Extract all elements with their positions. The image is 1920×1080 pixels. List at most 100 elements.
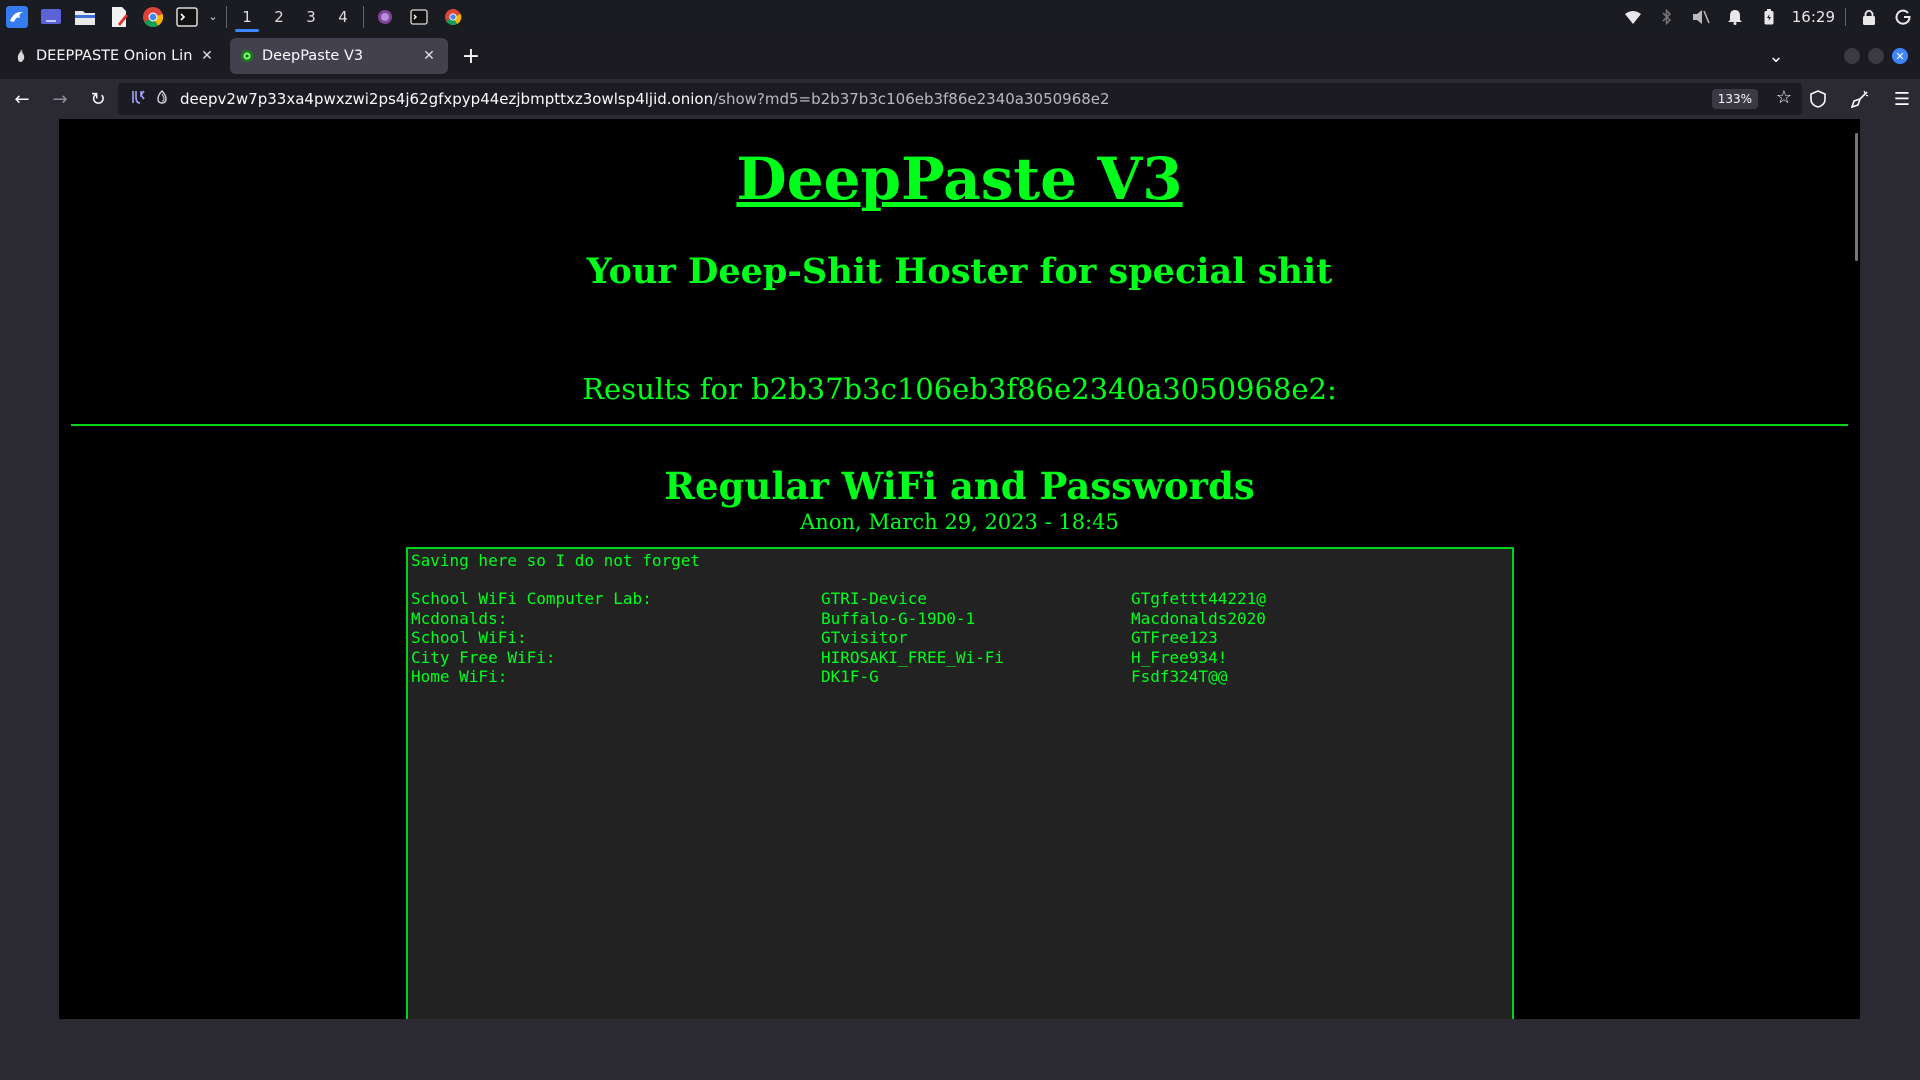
- site-title-link[interactable]: DeepPaste V3: [59, 145, 1860, 215]
- paste-row: School WiFi Computer Lab: GTRI-Device GTgf…: [411, 589, 1509, 608]
- wifi-ssid: Buffalo-G-19D0-1: [821, 608, 976, 628]
- workspace-4[interactable]: 4: [327, 0, 359, 33]
- wifi-location: School WiFi:: [411, 628, 527, 648]
- minimize-window-button[interactable]: [1844, 48, 1860, 64]
- forward-button[interactable]: →: [44, 83, 76, 115]
- bluetooth-icon[interactable]: [1650, 0, 1684, 33]
- wifi-ssid: HIROSAKI_FREE_Wi-Fi: [821, 647, 1005, 667]
- hamburger-menu-icon: ☰: [1893, 88, 1911, 110]
- paste-row: City Free WiFi: HIROSAKI_FREE_Wi-Fi H_Free…: [411, 648, 1509, 667]
- bookmark-star-icon[interactable]: ☆: [1776, 87, 1792, 108]
- onion-favicon-icon: [17, 49, 25, 62]
- site-subtitle: Your Deep-Shit Hoster for special shit: [586, 250, 1333, 292]
- workspace-label: 4: [338, 7, 348, 26]
- close-icon: ✕: [1895, 49, 1905, 63]
- wifi-location: City Free WiFi:: [411, 647, 556, 667]
- chrome-window-button[interactable]: [436, 0, 470, 33]
- list-all-tabs-button[interactable]: ⌄: [1756, 46, 1796, 67]
- url-host: deepv2w7p33xa4pwxzwi2ps4j62gfxpyp44ezjbm…: [180, 90, 714, 108]
- chevron-down-icon: ⌄: [1768, 45, 1784, 67]
- kali-dragon-icon: [6, 5, 28, 28]
- chevron-down-icon: ⌄: [208, 10, 218, 23]
- address-bar[interactable]: deepv2w7p33xa4pwxzwi2ps4j62gfxpyp44ezjbm…: [118, 83, 1802, 115]
- clock[interactable]: 16:29: [1786, 7, 1846, 26]
- workspace-label: 3: [306, 7, 316, 26]
- chrome-launcher-button[interactable]: [136, 0, 170, 33]
- results-heading: Results for b2b37b3c106eb3f86e2340a30509…: [582, 371, 1337, 406]
- wifi-location: School WiFi Computer Lab:: [411, 589, 652, 609]
- horizontal-rule: [71, 423, 1848, 426]
- tab-close-icon[interactable]: ✕: [420, 48, 438, 64]
- page-scrollbar[interactable]: [1855, 133, 1858, 261]
- browser-tab-strip: DEEPPASTE Onion Links ✕ DeepPaste V3 ✕ +…: [0, 33, 1920, 79]
- desktop-icon: [41, 8, 61, 24]
- paste-author-date: Anon, March 29, 2023 - 18:45: [800, 509, 1119, 534]
- notifications-bell-icon[interactable]: [1718, 0, 1752, 33]
- paste-row: Home WiFi: DK1F-G Fsdf324T@@: [411, 667, 1509, 686]
- plus-icon: +: [461, 43, 481, 69]
- workspace-label: 1: [242, 7, 252, 26]
- file-manager-button[interactable]: [68, 0, 102, 33]
- taskbar-separator: [363, 5, 364, 28]
- application-menu-button[interactable]: ☰: [1886, 83, 1918, 115]
- text-editor-icon: [112, 6, 128, 27]
- url-path: /show?md5=b2b37b3c106eb3f86e2340a3050968…: [713, 90, 1110, 108]
- workspace-3[interactable]: 3: [295, 0, 327, 33]
- navigation-toolbar: ← → ↻ deepv2w7p33xa4pwxzwi2ps4j62gfxpyp4…: [0, 79, 1920, 119]
- text-editor-button[interactable]: [102, 0, 136, 33]
- paste-intro-line: Saving here so I do not forget: [411, 551, 700, 570]
- session-menu-icon[interactable]: [1886, 0, 1920, 33]
- maximize-window-button[interactable]: [1868, 48, 1884, 64]
- paste-row: School WiFi: GTvisitor GTFree123: [411, 628, 1509, 647]
- wifi-password: Fsdf324T@@: [1131, 667, 1228, 687]
- tab-deeppaste-v3[interactable]: DeepPaste V3 ✕: [230, 38, 448, 74]
- volume-muted-icon[interactable]: [1684, 0, 1718, 33]
- wifi-password: GTgfettt44221@: [1131, 589, 1266, 609]
- workspace-label: 2: [274, 7, 284, 26]
- tor-circuit-icon[interactable]: [126, 89, 150, 109]
- content-viewport: DeepPaste V3 Your Deep-Shit Hoster for s…: [0, 119, 1920, 1080]
- wifi-ssid: GTvisitor: [821, 628, 908, 648]
- workspace-2[interactable]: 2: [263, 0, 295, 33]
- workspace-1[interactable]: 1: [231, 0, 263, 33]
- reload-button[interactable]: ↻: [82, 83, 114, 115]
- taskbar-separator: [226, 5, 227, 28]
- wifi-password: GTFree123: [1131, 628, 1218, 648]
- terminal-icon: [410, 8, 428, 25]
- battery-icon[interactable]: [1752, 0, 1786, 33]
- reload-icon: ↻: [90, 88, 106, 110]
- wifi-icon[interactable]: [1616, 0, 1650, 33]
- tab-close-icon[interactable]: ✕: [198, 48, 216, 64]
- tab-deeppaste-onion-links[interactable]: DEEPPASTE Onion Links ✕: [4, 38, 226, 74]
- wifi-location: Mcdonalds:: [411, 608, 508, 628]
- zoom-level-badge[interactable]: 133%: [1711, 89, 1758, 109]
- back-button[interactable]: ←: [6, 83, 38, 115]
- launcher-dropdown[interactable]: ⌄: [204, 0, 222, 33]
- arrow-left-icon: ←: [14, 88, 30, 110]
- security-level-button[interactable]: [1802, 83, 1834, 115]
- paste-row: Mcdonalds: Buffalo-G-19D0-1 Macdonalds2020: [411, 609, 1509, 628]
- tab-title: DEEPPASTE Onion Links: [36, 48, 192, 64]
- lock-screen-icon[interactable]: [1852, 0, 1886, 33]
- onion-lock-icon[interactable]: [150, 90, 174, 108]
- tor-browser-icon: [378, 9, 392, 24]
- app-menu-button[interactable]: [0, 0, 34, 33]
- show-desktop-button[interactable]: [34, 0, 68, 33]
- broom-icon: [1851, 90, 1869, 108]
- wifi-ssid: DK1F-G: [821, 667, 879, 687]
- web-page: DeepPaste V3 Your Deep-Shit Hoster for s…: [59, 119, 1860, 1019]
- deeppaste-favicon-icon: [241, 50, 253, 62]
- new-identity-button[interactable]: [1844, 83, 1876, 115]
- system-taskbar: ⌄ 1 2 3 4 16:29: [0, 0, 1920, 33]
- tab-title: DeepPaste V3: [262, 48, 364, 64]
- tor-browser-window-button[interactable]: [368, 0, 402, 33]
- close-window-button[interactable]: ✕: [1892, 48, 1908, 64]
- new-tab-button[interactable]: +: [454, 39, 488, 73]
- wifi-location: Home WiFi:: [411, 667, 508, 687]
- terminal-button[interactable]: [170, 0, 204, 33]
- paste-content-textarea[interactable]: Saving here so I do not forget School WiF…: [406, 547, 1514, 1019]
- terminal-window-button[interactable]: [402, 0, 436, 33]
- paste-title: Regular WiFi and Passwords: [664, 463, 1255, 508]
- wifi-ssid: GTRI-Device: [821, 589, 927, 609]
